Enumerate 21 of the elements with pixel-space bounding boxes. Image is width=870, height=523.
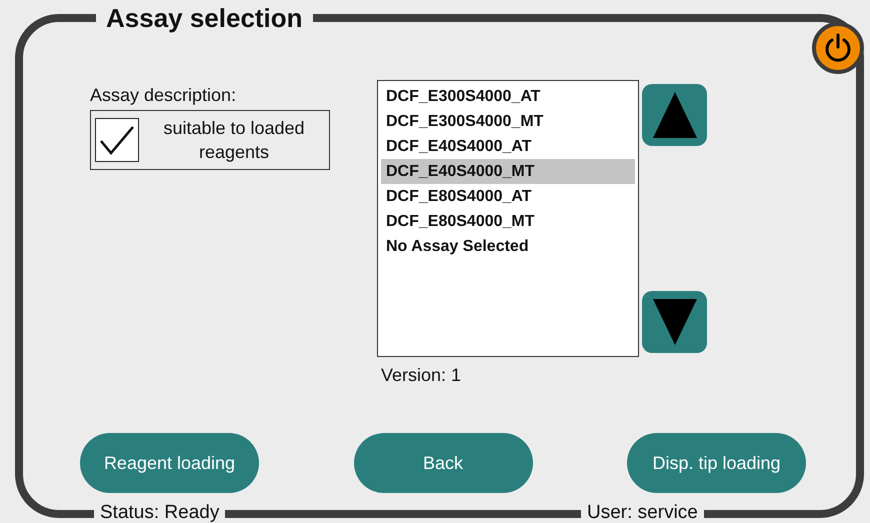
assay-list-item[interactable]: DCF_E40S4000_AT — [381, 134, 635, 159]
nav-button[interactable]: Back — [354, 433, 532, 493]
assay-list-item[interactable]: DCF_E80S4000_AT — [381, 184, 635, 209]
assay-list-item[interactable]: No Assay Selected — [381, 234, 635, 259]
scroll-up-button[interactable] — [642, 84, 707, 146]
power-button[interactable] — [812, 22, 864, 74]
assay-list-item[interactable]: DCF_E300S4000_MT — [381, 109, 635, 134]
checkbox[interactable] — [95, 118, 139, 162]
nav-button[interactable]: Reagent loading — [80, 433, 259, 493]
nav-button[interactable]: Disp. tip loading — [627, 433, 806, 493]
version-label: Version: 1 — [381, 364, 462, 387]
description-label: Assay description: — [90, 84, 238, 106]
assay-list-item[interactable]: DCF_E40S4000_MT — [381, 159, 635, 184]
checkmark-icon — [99, 125, 135, 155]
status-text: Status: Ready — [94, 502, 226, 523]
up-triangle-icon — [652, 92, 696, 138]
assay-list-item[interactable]: DCF_E80S4000_MT — [381, 209, 635, 234]
scroll-down-button[interactable] — [642, 291, 707, 353]
down-triangle-icon — [652, 299, 696, 345]
assay-list-item[interactable]: DCF_E300S4000_AT — [381, 84, 635, 109]
checkbox-label: suitable to loaded reagents — [162, 117, 306, 164]
